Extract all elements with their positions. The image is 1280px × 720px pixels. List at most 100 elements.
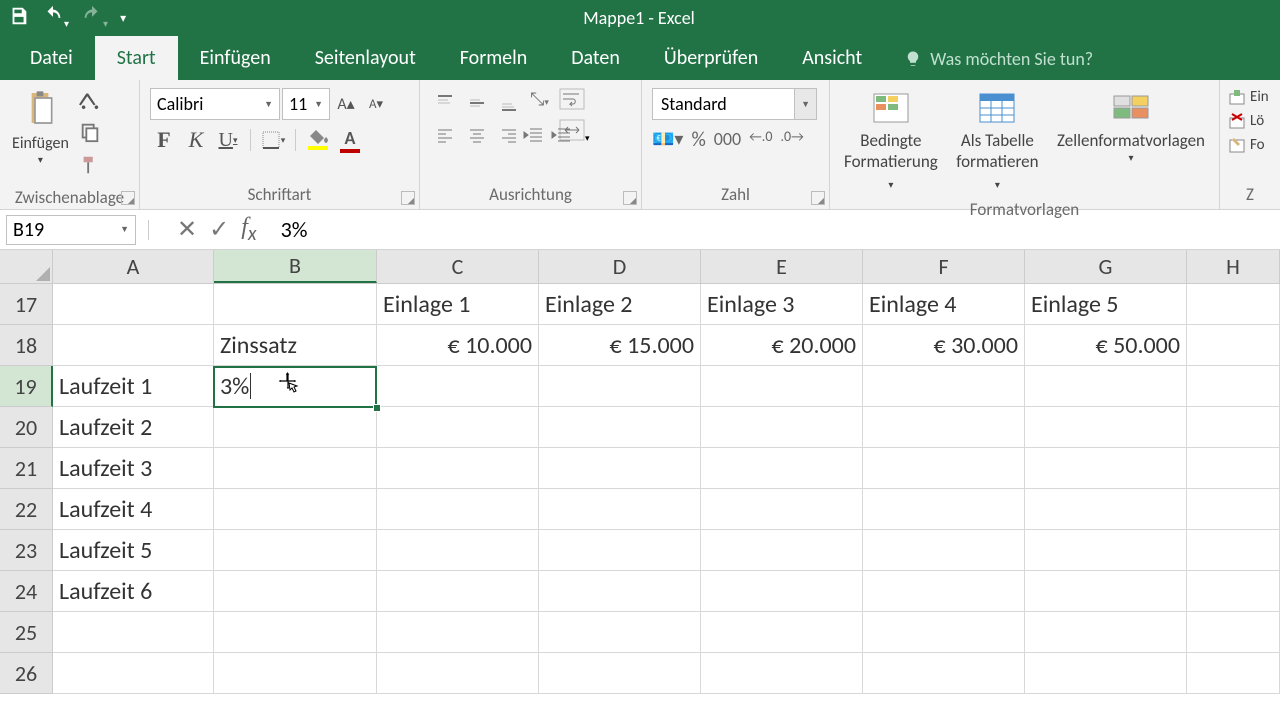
- cell-C17[interactable]: Einlage 1: [377, 284, 539, 325]
- cell-C24[interactable]: [377, 571, 539, 612]
- row-header-26[interactable]: 26: [0, 653, 53, 694]
- cell-A24[interactable]: Laufzeit 6: [53, 571, 214, 612]
- tab-daten[interactable]: Daten: [549, 36, 642, 80]
- increase-indent-icon[interactable]: [550, 126, 572, 149]
- cell-F18[interactable]: € 30.000: [863, 325, 1025, 366]
- cell-A18[interactable]: [53, 325, 214, 366]
- format-as-table-button[interactable]: Als Tabelle formatieren ▾: [956, 88, 1039, 193]
- fill-handle[interactable]: [373, 404, 381, 412]
- align-top-icon[interactable]: [430, 88, 460, 118]
- decrease-font-icon[interactable]: A▾: [362, 90, 390, 118]
- col-header-E[interactable]: E: [701, 250, 863, 283]
- format-painter-icon[interactable]: [79, 154, 101, 181]
- col-header-D[interactable]: D: [539, 250, 701, 283]
- cell-C18[interactable]: € 10.000: [377, 325, 539, 366]
- cell-G17[interactable]: Einlage 5: [1025, 284, 1187, 325]
- dialog-launcher-icon[interactable]: [623, 191, 637, 205]
- confirm-edit-icon[interactable]: ✓: [209, 215, 229, 244]
- align-buttons[interactable]: [430, 88, 524, 150]
- percent-format-icon[interactable]: %: [691, 128, 705, 152]
- thousands-format-icon[interactable]: 000: [714, 128, 741, 152]
- cell-D19[interactable]: [539, 366, 701, 407]
- row-header-23[interactable]: 23: [0, 530, 53, 571]
- font-size-dropdown[interactable]: 11▼: [282, 88, 330, 120]
- cell-G26[interactable]: [1025, 653, 1187, 694]
- col-header-G[interactable]: G: [1025, 250, 1187, 283]
- cell-E21[interactable]: [701, 448, 863, 489]
- row-header-17[interactable]: 17: [0, 284, 53, 325]
- italic-button[interactable]: K: [182, 126, 210, 154]
- cell-G24[interactable]: [1025, 571, 1187, 612]
- dialog-launcher-icon[interactable]: [401, 191, 415, 205]
- font-color-icon[interactable]: A: [336, 127, 364, 153]
- number-format-dropdown[interactable]: Standard ▼: [652, 88, 817, 120]
- tab-formeln[interactable]: Formeln: [438, 36, 549, 80]
- row-header-18[interactable]: 18: [0, 325, 53, 366]
- cell-F19[interactable]: [863, 366, 1025, 407]
- tell-me-search[interactable]: Was möchten Sie tun?: [884, 38, 1113, 80]
- align-center-icon[interactable]: [462, 120, 492, 150]
- tab-einfuegen[interactable]: Einfügen: [178, 36, 293, 80]
- cell-G21[interactable]: [1025, 448, 1187, 489]
- copy-icon[interactable]: [79, 121, 101, 148]
- bold-button[interactable]: F: [150, 126, 178, 154]
- cell-G19[interactable]: [1025, 366, 1187, 407]
- cell-D17[interactable]: Einlage 2: [539, 284, 701, 325]
- cell-D23[interactable]: [539, 530, 701, 571]
- tab-start[interactable]: Start: [95, 36, 178, 80]
- col-header-F[interactable]: F: [863, 250, 1025, 283]
- row-header-20[interactable]: 20: [0, 407, 53, 448]
- insert-function-icon[interactable]: fx: [241, 214, 256, 246]
- cut-icon[interactable]: [79, 88, 101, 115]
- col-header-H[interactable]: H: [1187, 250, 1280, 283]
- col-header-B[interactable]: B: [214, 250, 377, 283]
- cell-A20[interactable]: Laufzeit 2: [53, 407, 214, 448]
- cell-A26[interactable]: [53, 653, 214, 694]
- cell-E20[interactable]: [701, 407, 863, 448]
- cell-F24[interactable]: [863, 571, 1025, 612]
- dialog-launcher-icon[interactable]: [811, 191, 825, 205]
- align-right-icon[interactable]: [494, 120, 524, 150]
- cell-H23[interactable]: [1187, 530, 1280, 571]
- cell-D20[interactable]: [539, 407, 701, 448]
- cell-A17[interactable]: [53, 284, 214, 325]
- row-header-24[interactable]: 24: [0, 571, 53, 612]
- row-header-22[interactable]: 22: [0, 489, 53, 530]
- cell-E18[interactable]: € 20.000: [701, 325, 863, 366]
- cell-F26[interactable]: [863, 653, 1025, 694]
- cell-F23[interactable]: [863, 530, 1025, 571]
- redo-icon[interactable]: ▾: [81, 5, 108, 32]
- cell-B19[interactable]: 3%: [214, 366, 377, 407]
- cell-E23[interactable]: [701, 530, 863, 571]
- cell-B23[interactable]: [214, 530, 377, 571]
- wrap-text-icon[interactable]: [559, 88, 590, 115]
- cell-A21[interactable]: Laufzeit 3: [53, 448, 214, 489]
- cell-C20[interactable]: [377, 407, 539, 448]
- cell-E25[interactable]: [701, 612, 863, 653]
- cell-E19[interactable]: [701, 366, 863, 407]
- cell-F22[interactable]: [863, 489, 1025, 530]
- row-header-19[interactable]: 19: [0, 366, 53, 407]
- insert-cells-button[interactable]: Ein: [1228, 88, 1269, 106]
- cell-C23[interactable]: [377, 530, 539, 571]
- conditional-formatting-button[interactable]: Bedingte Formatierung ▾: [844, 88, 938, 193]
- cell-H25[interactable]: [1187, 612, 1280, 653]
- cell-B25[interactable]: [214, 612, 377, 653]
- undo-icon[interactable]: ▾: [42, 5, 69, 32]
- cell-D26[interactable]: [539, 653, 701, 694]
- tab-datei[interactable]: Datei: [8, 36, 95, 80]
- cell-H20[interactable]: [1187, 407, 1280, 448]
- cell-D18[interactable]: € 15.000: [539, 325, 701, 366]
- cell-G22[interactable]: [1025, 489, 1187, 530]
- cell-E22[interactable]: [701, 489, 863, 530]
- cell-C26[interactable]: [377, 653, 539, 694]
- cell-C19[interactable]: [377, 366, 539, 407]
- cell-H19[interactable]: [1187, 366, 1280, 407]
- col-header-A[interactable]: A: [53, 250, 214, 283]
- save-icon[interactable]: [8, 5, 30, 32]
- row-header-25[interactable]: 25: [0, 612, 53, 653]
- paste-button[interactable]: Einfügen ▾: [6, 84, 75, 168]
- cell-E17[interactable]: Einlage 3: [701, 284, 863, 325]
- col-header-C[interactable]: C: [377, 250, 539, 283]
- cell-B22[interactable]: [214, 489, 377, 530]
